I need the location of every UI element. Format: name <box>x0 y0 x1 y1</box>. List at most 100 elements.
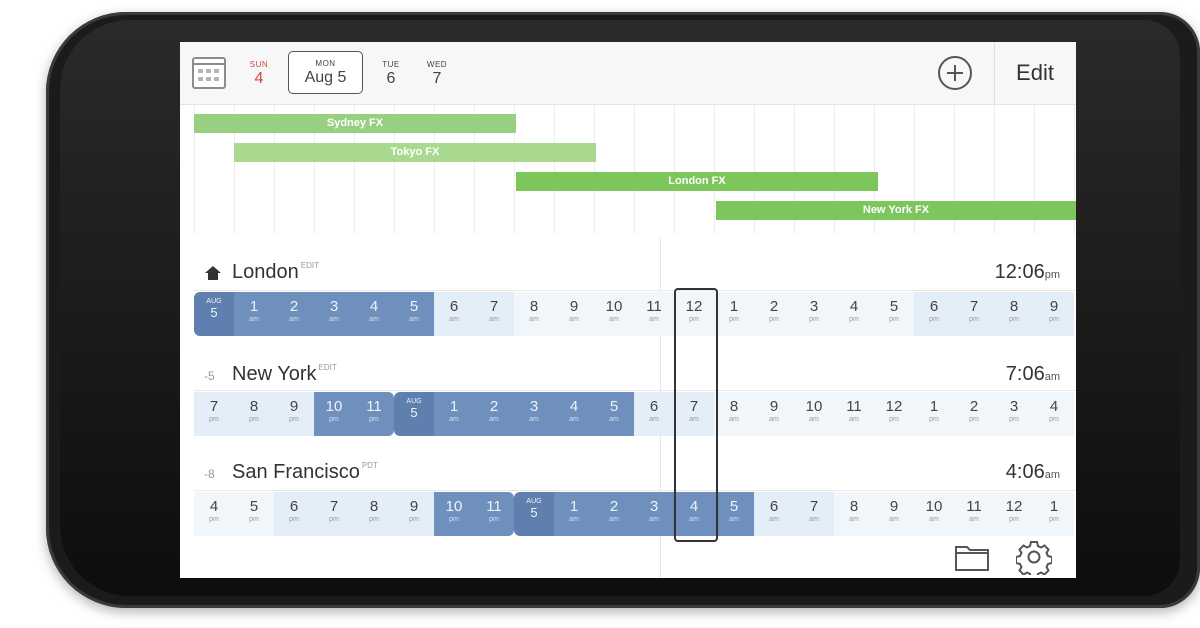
hour-cell[interactable]: 12 pm <box>874 392 914 436</box>
hour-cell[interactable]: 1 am <box>554 492 594 536</box>
ampm-label: pm <box>769 316 779 323</box>
day-monday-selected[interactable]: MON Aug 5 <box>288 51 363 94</box>
hour-cell[interactable]: AUG 5 <box>394 392 434 436</box>
hour-cell[interactable]: 7 pm <box>314 492 354 536</box>
hour-cell[interactable]: 6 pm <box>914 292 954 336</box>
hour-cell[interactable]: 11 pm <box>474 492 514 536</box>
market-bar[interactable]: Sydney FX <box>194 114 516 133</box>
hour-cell[interactable]: 8 am <box>834 492 874 536</box>
hour-cell[interactable]: 4 pm <box>834 292 874 336</box>
hour-cell[interactable]: 2 am <box>474 392 514 436</box>
hour-label: 3 <box>329 298 339 315</box>
hour-cell[interactable]: 10 am <box>794 392 834 436</box>
hour-cell[interactable]: 3 am <box>314 292 354 336</box>
add-city-button[interactable] <box>938 56 972 90</box>
hour-cell[interactable]: 11 am <box>954 492 994 536</box>
hour-cell[interactable]: 8 pm <box>354 492 394 536</box>
hour-cell[interactable]: 1 am <box>234 292 274 336</box>
hour-label: 10 <box>445 498 463 515</box>
hour-cell[interactable]: 1 pm <box>1034 492 1074 536</box>
hour-cell[interactable]: 11 am <box>834 392 874 436</box>
row-separator <box>194 290 1076 291</box>
ampm-label: am <box>289 316 299 323</box>
hour-cell[interactable]: 8 am <box>514 292 554 336</box>
hour-cell[interactable]: 2 pm <box>954 392 994 436</box>
market-bar[interactable]: London FX <box>516 172 878 191</box>
hour-cell[interactable]: 5 am <box>714 492 754 536</box>
hour-cell[interactable]: 9 am <box>874 492 914 536</box>
city-name[interactable]: London EDIT <box>232 261 319 284</box>
hour-cell[interactable]: 4 pm <box>194 492 234 536</box>
hour-cell[interactable]: 3 pm <box>794 292 834 336</box>
hour-cell[interactable]: 8 pm <box>234 392 274 436</box>
edit-button[interactable]: Edit <box>1002 60 1068 86</box>
calendar-icon[interactable] <box>192 57 226 89</box>
hour-cell[interactable]: 6 am <box>754 492 794 536</box>
hour-cell[interactable]: 2 am <box>594 492 634 536</box>
hour-cell[interactable]: 9 pm <box>274 392 314 436</box>
hour-cell[interactable]: 4 am <box>354 292 394 336</box>
hour-cell[interactable]: 3 am <box>514 392 554 436</box>
hour-label: 9 <box>409 498 419 515</box>
hour-cell[interactable]: 2 pm <box>754 292 794 336</box>
hour-cell[interactable]: 1 pm <box>914 392 954 436</box>
hour-cell[interactable]: 3 pm <box>994 392 1034 436</box>
hour-cell[interactable]: 8 am <box>714 392 754 436</box>
folder-icon[interactable] <box>954 542 990 572</box>
hour-cell[interactable]: 5 am <box>394 292 434 336</box>
hour-cell[interactable]: 6 am <box>634 392 674 436</box>
hour-cell[interactable]: AUG 5 <box>194 292 234 336</box>
hour-cell[interactable]: 7 pm <box>954 292 994 336</box>
hour-cell[interactable]: 7 pm <box>194 392 234 436</box>
day-name: SUN <box>249 60 269 69</box>
hour-cell[interactable]: 9 am <box>754 392 794 436</box>
city-name[interactable]: San Francisco PDT <box>232 461 378 484</box>
hour-cell[interactable]: 7 am <box>474 292 514 336</box>
hour-cell[interactable]: 11 am <box>634 292 674 336</box>
hour-cell[interactable]: 3 am <box>634 492 674 536</box>
ampm-label: am <box>649 416 659 423</box>
city-tag[interactable]: PDT <box>362 461 378 470</box>
hour-cell[interactable]: 11 pm <box>354 392 394 436</box>
hour-cell[interactable]: 4 am <box>554 392 594 436</box>
hour-cell[interactable]: AUG 5 <box>514 492 554 536</box>
hour-cell[interactable]: 10 pm <box>434 492 474 536</box>
hour-cell[interactable]: 1 pm <box>714 292 754 336</box>
ampm-label: pm <box>489 516 499 523</box>
hour-cell[interactable]: 6 am <box>434 292 474 336</box>
hour-cell[interactable]: 4 pm <box>1034 392 1074 436</box>
current-hour-highlight[interactable] <box>674 288 718 542</box>
ampm-label: pm <box>929 316 939 323</box>
top-bar: SUN 4 MON Aug 5 TUE 6 WED 7 Edit <box>180 42 1076 105</box>
hour-cell[interactable]: 12 pm <box>994 492 1034 536</box>
hour-cell[interactable]: 2 am <box>274 292 314 336</box>
day-wednesday[interactable]: WED 7 <box>420 60 454 88</box>
ampm-label: am <box>809 416 819 423</box>
market-bar[interactable]: Tokyo FX <box>234 143 596 162</box>
gear-icon[interactable] <box>1016 539 1052 575</box>
hour-cell[interactable]: 7 am <box>794 492 834 536</box>
hour-cell[interactable]: 10 am <box>594 292 634 336</box>
hour-cell[interactable]: 8 pm <box>994 292 1034 336</box>
day-sunday[interactable]: SUN 4 <box>242 60 276 88</box>
ampm-label: pm <box>1049 516 1059 523</box>
hour-cell[interactable]: 5 pm <box>234 492 274 536</box>
hour-cell[interactable]: 10 am <box>914 492 954 536</box>
city-tag[interactable]: EDIT <box>301 261 319 270</box>
city-current-time: 4:06am <box>940 461 1060 484</box>
hour-cell[interactable]: 5 pm <box>874 292 914 336</box>
hour-cell[interactable]: 1 am <box>434 392 474 436</box>
hour-label: 2 <box>609 498 619 515</box>
hour-cell[interactable]: 10 pm <box>314 392 354 436</box>
market-bar[interactable]: New York FX <box>716 201 1076 220</box>
day-tuesday[interactable]: TUE 6 <box>374 60 408 88</box>
hour-cell[interactable]: 9 pm <box>394 492 434 536</box>
city-name[interactable]: New York EDIT <box>232 363 337 386</box>
hour-cell[interactable]: 5 am <box>594 392 634 436</box>
ampm-label: pm <box>889 416 899 423</box>
hour-cell[interactable]: 9 am <box>554 292 594 336</box>
hour-cell[interactable]: 9 pm <box>1034 292 1074 336</box>
city-tag[interactable]: EDIT <box>319 363 337 372</box>
ampm-label: am <box>369 316 379 323</box>
hour-cell[interactable]: 6 pm <box>274 492 314 536</box>
